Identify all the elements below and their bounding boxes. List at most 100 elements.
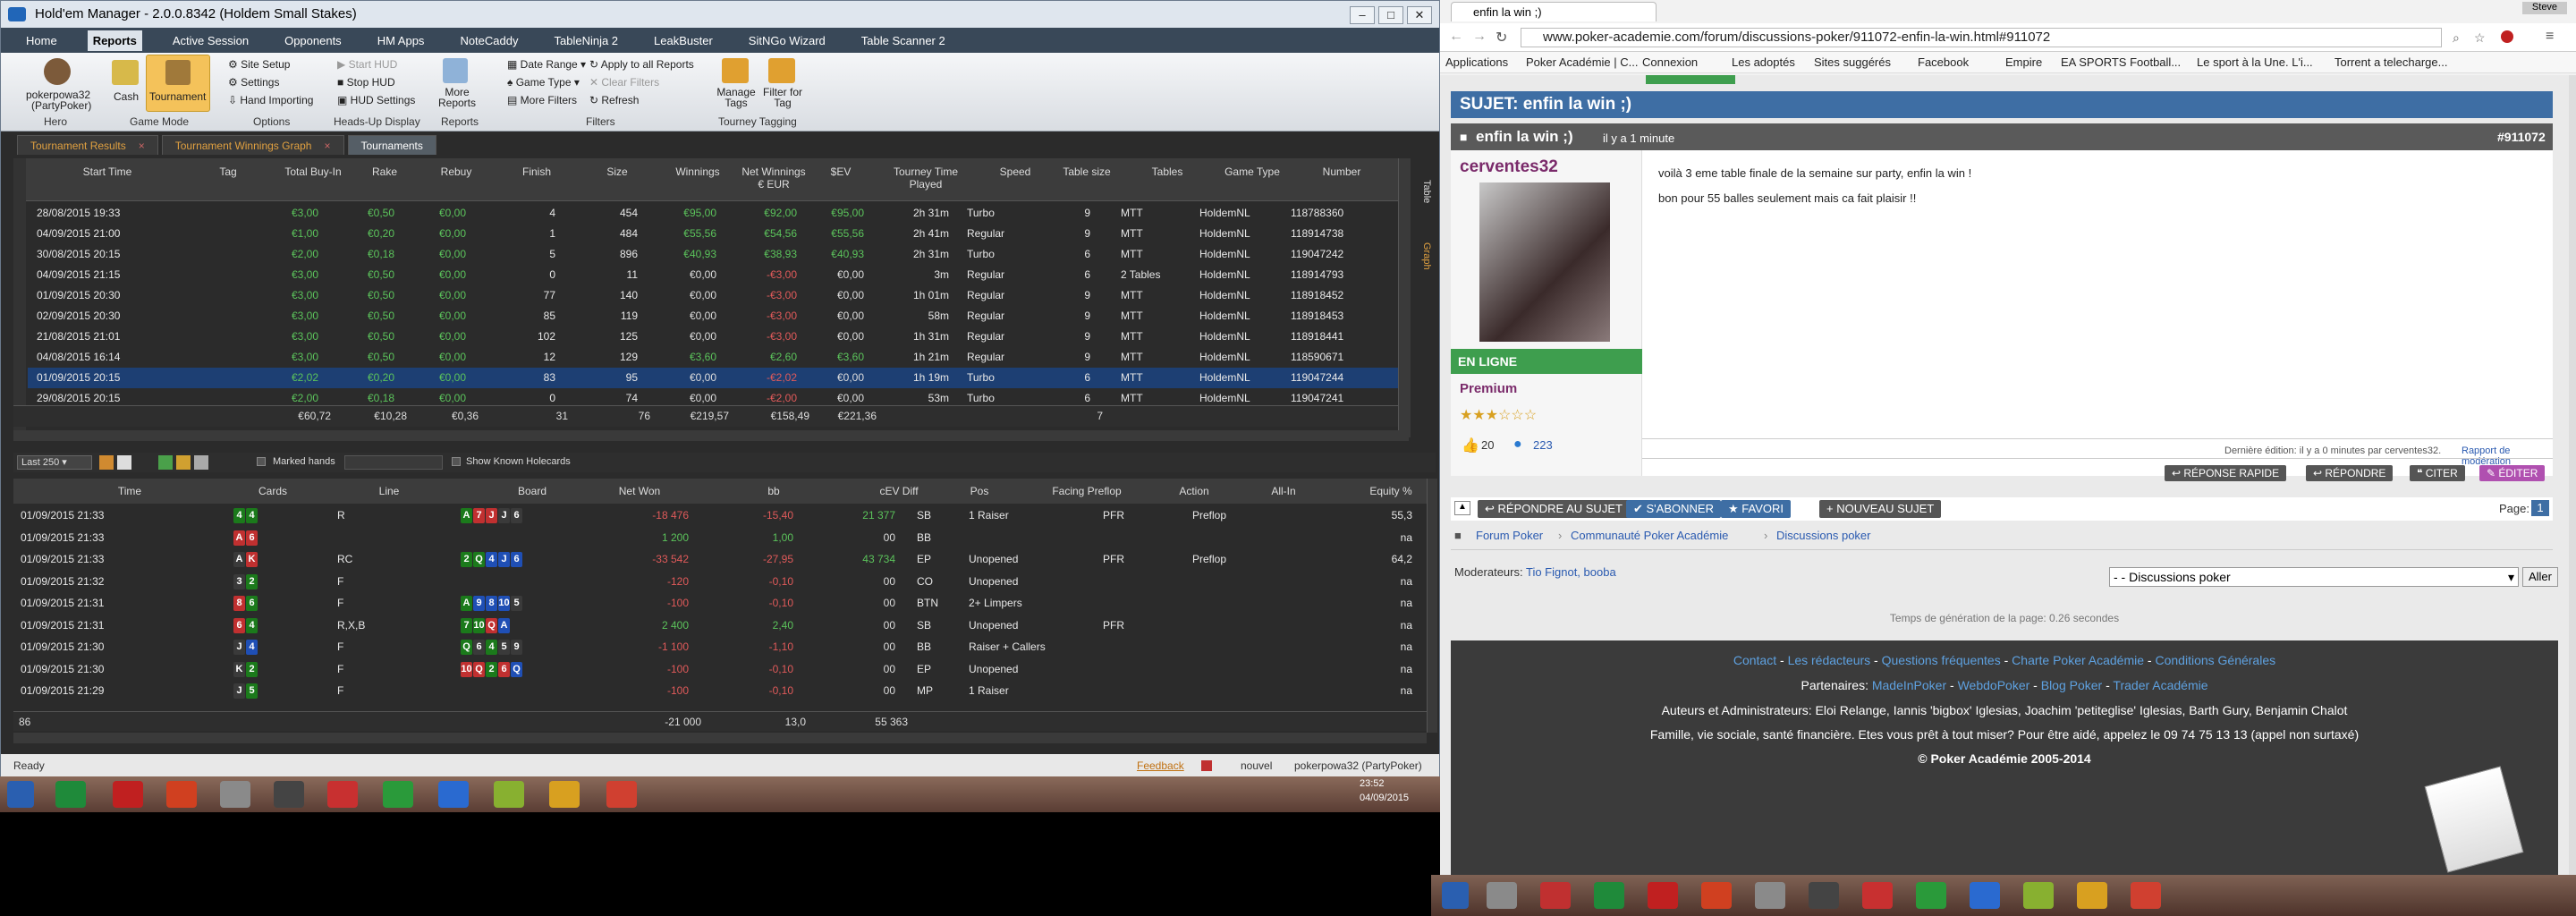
more-filters-button[interactable]: ▤ More Filters [507,94,577,106]
partner-link[interactable]: Blog Poker [2041,678,2102,692]
app-icon-4[interactable] [327,781,358,808]
hand-importing-button[interactable]: ⇩ Hand Importing [228,94,313,106]
search-icon[interactable]: ⌕ [2453,30,2460,46]
tourney-col-header[interactable]: Game Type [1212,165,1292,178]
party-icon-2[interactable] [1701,882,1732,909]
tourney-row[interactable]: 28/08/2015 19:33 €3,00 €0,50 €0,00 4 454 €95,0… [28,203,1400,224]
menu-reports[interactable]: Reports [87,30,142,51]
hand-col-header[interactable]: All-In [1257,485,1310,497]
app-icon-2[interactable] [220,781,250,808]
browser-tab[interactable]: enfin la win ;) [1451,2,1657,21]
go-button[interactable]: Aller [2522,567,2558,587]
hands-vscroll[interactable] [1427,479,1437,733]
manage-tags-button[interactable]: Manage Tags [716,87,756,108]
breadcrumb-1[interactable]: Forum Poker [1476,529,1543,542]
footer-link[interactable]: Contact [1733,653,1776,667]
hands-hscroll[interactable] [13,733,1427,743]
page-scrollbar[interactable] [2569,75,2576,875]
known-holecards-checkbox[interactable] [452,457,461,466]
app-icon-r3[interactable] [1594,882,1624,909]
back-icon[interactable]: ← [1449,29,1463,45]
site-setup-button[interactable]: ⚙ Site Setup [228,58,290,71]
menu-sitngo-wizard[interactable]: SitNGo Wizard [743,30,831,51]
page-number[interactable]: 1 [2531,500,2549,516]
star-icon[interactable]: ☆ [2474,30,2486,46]
refresh-button[interactable]: ↻ Refresh [589,94,639,106]
menu-table-scanner-2[interactable]: Table Scanner 2 [856,30,951,51]
menu-tableninja-2[interactable]: TableNinja 2 [548,30,623,51]
hand-row[interactable]: 01/09/2015 21:30 K 2 F 10 Q 2 6 Q -100 -0,10 00 EP Un… [13,659,1418,681]
menu-opponents[interactable]: Opponents [279,30,347,51]
menu-icon[interactable]: ≡ [2546,29,2554,45]
app-icon-r1[interactable] [1487,882,1517,909]
tourney-col-header[interactable]: Tag [201,165,255,178]
partner-link[interactable]: Trader Académie [2113,678,2207,692]
tourney-col-header[interactable]: Net Winnings € EUR [738,165,809,191]
tourney-hscroll[interactable] [13,430,1409,441]
footer-link[interactable]: Conditions Générales [2155,653,2275,667]
tourney-col-header[interactable]: Speed [979,165,1051,178]
apply-all-button[interactable]: ↻ Apply to all Reports [589,58,694,71]
tourney-row[interactable]: 21/08/2015 21:01 €3,00 €0,50 €0,00 102 125 €0,… [28,327,1400,347]
replayer-icon[interactable] [117,455,131,470]
settings-button[interactable]: ⚙ Settings [228,76,279,89]
app-icon-1[interactable] [55,781,86,808]
start-hud-button[interactable]: ▶ Start HUD [337,58,397,71]
hand-col-header[interactable]: Time [67,485,192,497]
marked-select[interactable] [344,455,443,470]
breadcrumb-3[interactable]: Discussions poker [1776,529,1871,542]
notification-label[interactable]: nouvel [1241,759,1272,772]
hand-col-header[interactable]: Line [353,485,425,497]
spotify-icon[interactable] [383,781,413,808]
bookmark-item[interactable]: Connexion [1642,55,1698,69]
hand-col-header[interactable]: Facing Preflop [1033,485,1140,497]
bookmark-item[interactable]: Torrent a telecharge... [2334,55,2447,69]
grid-icon[interactable] [158,455,173,470]
hand-col-header[interactable]: Pos [962,485,997,497]
bookmark-item[interactable]: Facebook [1918,55,1969,69]
partner-link[interactable]: MadeInPoker [1872,678,1946,692]
tourney-col-header[interactable]: Start Time [40,165,174,178]
chart-icon[interactable] [176,455,191,470]
side-tab-table[interactable]: Table [1418,180,1432,225]
menu-home[interactable]: Home [21,30,63,51]
minimize-button[interactable]: – [1350,6,1375,24]
pokerstars-icon-2[interactable] [1648,882,1678,909]
hand-row[interactable]: 01/09/2015 21:31 8 6 F A 9 8 10 5 -100 -0,10 00 BTN 2… [13,593,1418,615]
app-icon-r5[interactable] [1809,882,1839,909]
tourney-col-header[interactable]: Tables [1131,165,1203,178]
report-link[interactable]: Rapport de modération [2462,445,2553,467]
start-icon-2[interactable] [1442,882,1469,909]
filter-icon[interactable] [194,455,208,470]
tourney-col-header[interactable]: Number [1301,165,1382,178]
tourney-vscroll[interactable] [1398,158,1411,437]
footer-link[interactable]: Charte Poker Académie [2012,653,2144,667]
menu-active-session[interactable]: Active Session [167,30,254,51]
menu-hm-apps[interactable]: HM Apps [372,30,430,51]
hem-taskbar-icon[interactable] [606,781,637,808]
url-input[interactable]: www.poker-academie.com/forum/discussions… [1521,28,2442,47]
reload-icon[interactable]: ↻ [1496,29,1507,47]
menu-notecaddy[interactable]: NoteCaddy [454,30,523,51]
hand-row[interactable]: 01/09/2015 21:33 A K RC 2 Q 4 J 6 -33 542 -27,95 43… [13,549,1418,571]
hud-settings-button[interactable]: ▣ HUD Settings [337,94,415,106]
hand-row[interactable]: 01/09/2015 21:31 6 4 R,X,B 7 10 Q A 2 400 2,40 00 S… [13,615,1418,637]
app-icon-6[interactable] [494,781,524,808]
app-icon-r2[interactable] [1540,882,1571,909]
chrome-icon[interactable] [549,781,580,808]
spotify-icon-2[interactable] [1916,882,1946,909]
hand-col-header[interactable]: cEV Diff [863,485,935,497]
forum-select[interactable]: - - Discussions poker ▾ [2109,567,2519,587]
hand-row[interactable]: 01/09/2015 21:33 A 6 1 200 1,00 00 BB na [13,528,1418,549]
hand-col-header[interactable]: Board [487,485,577,497]
game-type-button[interactable]: ♠ Game Type ▾ [507,76,580,89]
app-icon-3[interactable] [274,781,304,808]
favorite-button[interactable]: ★ FAVORI [1721,500,1791,518]
tourney-col-header[interactable]: Rake [353,165,416,178]
side-tab-graph[interactable]: Graph [1418,242,1432,287]
close-button[interactable]: ✕ [1407,6,1432,24]
bookmark-item[interactable]: Les adoptés [1732,55,1795,69]
tourney-row[interactable]: 01/09/2015 20:30 €3,00 €0,50 €0,00 77 140 €0,0… [28,285,1400,306]
post-id-link[interactable]: #911072 [2497,123,2546,150]
menu-leakbuster[interactable]: LeakBuster [648,30,718,51]
